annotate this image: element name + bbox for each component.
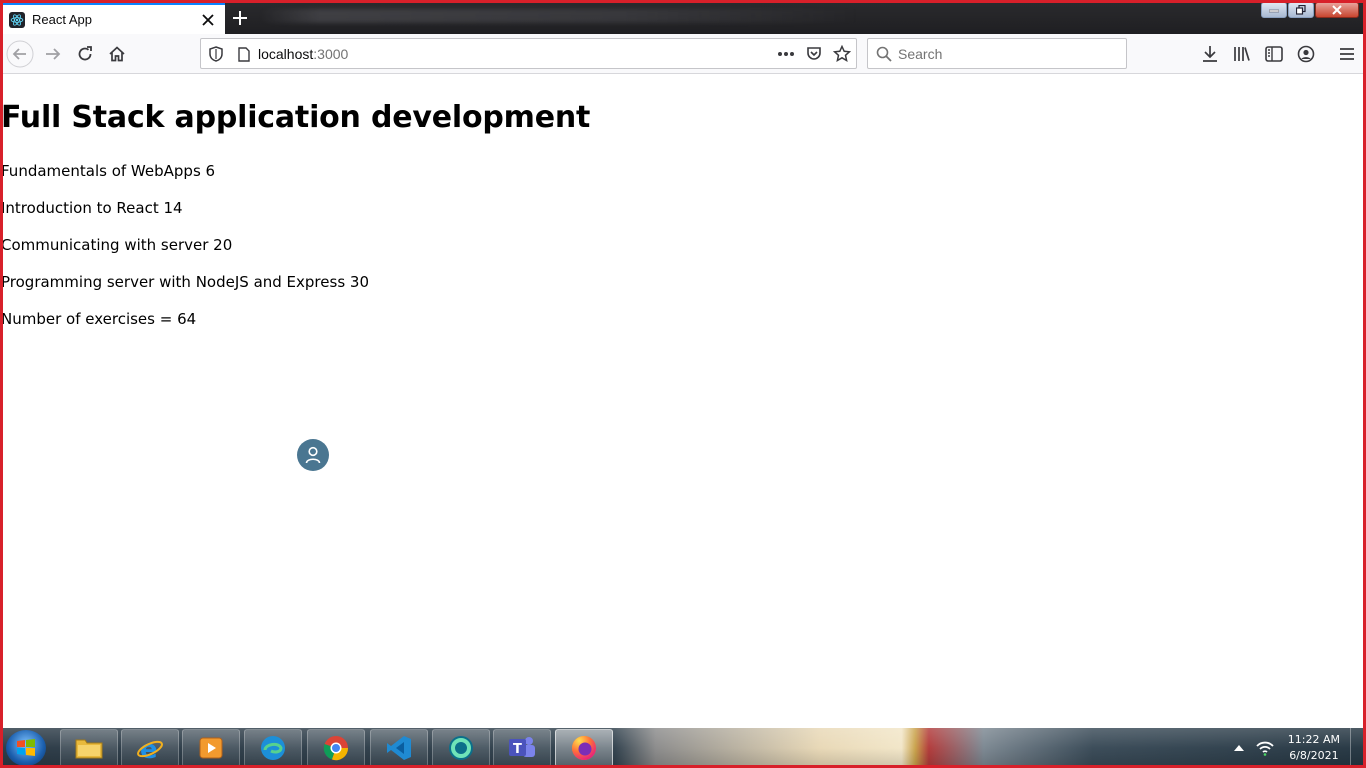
minimize-icon[interactable] [1261, 2, 1287, 18]
media-player-icon[interactable] [182, 729, 240, 767]
page-header: Full Stack application development [1, 100, 591, 135]
restore-icon[interactable] [1288, 2, 1314, 18]
url-bar[interactable]: localhost:3000 [200, 38, 857, 69]
back-icon[interactable] [6, 40, 34, 68]
firefox-icon[interactable] [555, 729, 613, 767]
bookmark-star-icon[interactable] [831, 43, 853, 65]
account-icon[interactable] [1292, 40, 1320, 68]
total-exercises: Number of exercises = 64 [1, 310, 197, 328]
wifi-icon[interactable] [1256, 740, 1274, 756]
chrome-icon[interactable] [307, 729, 365, 767]
vscode-icon[interactable] [370, 729, 428, 767]
pocket-icon[interactable] [803, 43, 825, 65]
search-placeholder: Search [898, 46, 943, 62]
show-desktop-button[interactable] [1350, 728, 1360, 768]
part-line: Communicating with server 20 [1, 236, 233, 254]
part-line: Fundamentals of WebApps 6 [1, 162, 216, 180]
part-line: Programming server with NodeJS and Expre… [1, 273, 369, 291]
start-button[interactable] [6, 730, 46, 766]
file-explorer-icon[interactable] [60, 729, 118, 767]
url-text: localhost:3000 [258, 46, 348, 62]
url-host: localhost [258, 46, 314, 62]
menu-icon[interactable] [1333, 40, 1361, 68]
user-avatar-icon[interactable] [297, 439, 329, 471]
blurred-window-title [260, 9, 860, 23]
tab-title: React App [32, 12, 92, 27]
close-tab-icon[interactable] [199, 11, 217, 29]
tab-react-app[interactable]: React App [3, 3, 225, 34]
new-tab-button[interactable] [226, 5, 254, 31]
edge-icon[interactable] [244, 729, 302, 767]
internet-explorer-icon[interactable]: e [121, 729, 179, 767]
window-controls [1260, 2, 1359, 18]
tab-strip: React App [0, 0, 1366, 34]
show-hidden-icons-icon[interactable] [1233, 745, 1244, 751]
search-bar[interactable]: Search [867, 38, 1127, 69]
downloads-icon[interactable] [1196, 40, 1224, 68]
url-port: :3000 [313, 46, 349, 62]
sidebar-icon[interactable] [1260, 40, 1288, 68]
page-icon[interactable] [233, 43, 255, 65]
search-icon [873, 43, 895, 65]
close-window-icon[interactable] [1315, 2, 1359, 18]
part-line: Introduction to React 14 [1, 199, 183, 217]
teams-icon[interactable]: T [493, 729, 551, 767]
reload-icon[interactable] [71, 40, 99, 68]
home-icon[interactable] [103, 40, 131, 68]
clock-date: 6/8/2021 [1289, 749, 1339, 762]
navigation-toolbar: localhost:3000 Search [0, 34, 1366, 74]
system-tray: 11:22 AM 6/8/2021 [1233, 728, 1360, 768]
taskbar: e T 11:22 AM 6/8/2021 [0, 728, 1366, 768]
forward-icon[interactable] [39, 40, 67, 68]
svg-text:T: T [513, 742, 522, 757]
library-icon[interactable] [1228, 40, 1256, 68]
system-clock[interactable]: 11:22 AM 6/8/2021 [1288, 732, 1340, 764]
page-content: Full Stack application development Funda… [0, 74, 1366, 728]
page-actions-icon[interactable] [775, 43, 797, 65]
clock-time: 11:22 AM [1287, 733, 1340, 746]
react-logo-icon [9, 11, 25, 28]
skype-icon[interactable] [432, 729, 490, 767]
shield-icon[interactable] [205, 43, 227, 65]
